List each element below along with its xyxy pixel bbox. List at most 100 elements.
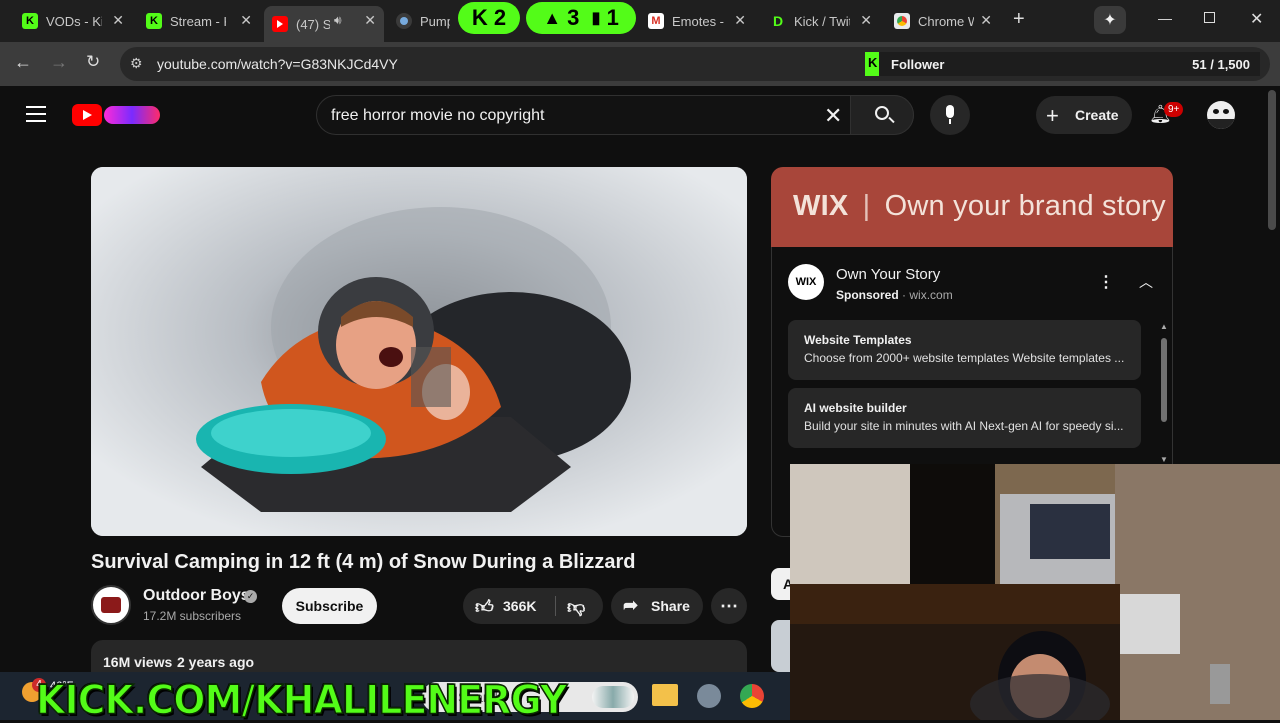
- tab-chrome-web-store[interactable]: Chrome W ✕: [886, 6, 1000, 36]
- scroll-up-arrow-icon[interactable]: ▲: [1160, 322, 1168, 331]
- pump-icon: [396, 13, 412, 29]
- tab-pump[interactable]: Pump: [388, 6, 458, 36]
- tab-title: (47) Su: [296, 16, 330, 32]
- create-label: Create: [1075, 107, 1119, 123]
- video-title: Survival Camping in 12 ft (4 m) of Snow …: [91, 551, 636, 573]
- ad-title[interactable]: Own Your Story: [836, 266, 940, 283]
- browser-tab-strip: K VODs - Ki ✕ K Stream - K ✕ (47) Su 🔊︎ …: [0, 0, 1280, 42]
- scroll-down-arrow-icon[interactable]: ▼: [1160, 455, 1168, 464]
- sitelink-title: Website Templates: [804, 333, 912, 347]
- more-actions-icon[interactable]: ⋯: [711, 588, 747, 624]
- like-count[interactable]: 366K: [503, 598, 536, 614]
- create-button[interactable]: + Create: [1036, 96, 1132, 134]
- tab-title: Emotes -: [672, 13, 725, 29]
- kick-url-overlay: KICK.COM/KHALILENERGY: [35, 676, 568, 723]
- ad-sitelink[interactable]: Website Templates Choose from 2000+ webs…: [788, 320, 1141, 380]
- thumbs-up-icon[interactable]: 👍︎: [475, 596, 494, 618]
- upload-age: 2 years ago: [177, 654, 255, 670]
- video-player[interactable]: [91, 167, 747, 536]
- close-icon[interactable]: ✕: [860, 12, 872, 29]
- channel-name[interactable]: Outdoor Boys: [143, 587, 250, 605]
- ad-tagline: Own your brand story: [884, 190, 1166, 222]
- collapse-chevron-up-icon[interactable]: ︿: [1139, 272, 1153, 292]
- tab-title: Stream - K: [170, 13, 226, 29]
- youtube-icon: [272, 16, 288, 32]
- like-dislike-group: 👍︎ 366K 👎︎: [463, 588, 603, 624]
- advertiser-logo[interactable]: WIX: [788, 264, 824, 300]
- sitelink-title: AI website builder: [804, 401, 907, 415]
- window-close-icon[interactable]: ✕: [1250, 9, 1263, 29]
- tab-title: VODs - Ki: [46, 13, 102, 29]
- close-icon[interactable]: ✕: [240, 12, 252, 29]
- stats-badge[interactable]: ▲ 3 ▮ 1: [526, 2, 636, 34]
- site-info-icon[interactable]: ⚙︎: [130, 55, 143, 72]
- youtube-logo[interactable]: [72, 104, 164, 126]
- chrome-web-store-icon: [894, 13, 910, 29]
- search-icon: [875, 106, 889, 120]
- back-arrow-icon[interactable]: ←: [14, 52, 32, 73]
- restore-icon[interactable]: [1204, 12, 1215, 23]
- tab-youtube-active[interactable]: (47) Su 🔊︎ ✕: [264, 6, 384, 42]
- tab-kick-twitch[interactable]: D Kick / Twit ✕: [762, 6, 880, 36]
- tab-vods-kick[interactable]: K VODs - Ki ✕: [14, 6, 132, 36]
- microphone-icon: [946, 105, 954, 118]
- tab-title: Kick / Twit: [794, 13, 850, 29]
- speaker-icon[interactable]: 🔊︎: [334, 13, 342, 28]
- minimize-icon[interactable]: —: [1158, 10, 1172, 26]
- address-bar[interactable]: ⚙︎ youtube.com/watch?v=G83NKJCd4VY K Fol…: [120, 47, 1270, 81]
- badge-count: 3: [567, 5, 580, 30]
- tab-stream-kick[interactable]: K Stream - K ✕: [138, 6, 260, 36]
- divider: |: [862, 190, 871, 222]
- thumbs-down-icon[interactable]: 👎︎: [567, 596, 585, 618]
- webcam-overlay: [790, 464, 1280, 720]
- clear-search-icon[interactable]: ✕: [824, 103, 842, 129]
- subscriber-count: 17.2M subscribers: [143, 609, 242, 623]
- tab-emotes[interactable]: M Emotes - ✕: [640, 6, 754, 36]
- sitelink-description: Choose from 2000+ website templates Webs…: [804, 351, 1125, 365]
- close-icon[interactable]: ✕: [734, 12, 746, 29]
- follower-count: 51 / 1,500: [1192, 57, 1250, 72]
- avatar[interactable]: [1207, 101, 1235, 129]
- verified-check-icon: ✓: [244, 590, 257, 603]
- browser-toolbar: ← → ↻ ⚙︎ youtube.com/watch?v=G83NKJCd4VY…: [0, 42, 1280, 86]
- tab-title: Chrome W: [918, 13, 974, 29]
- ad-sitelink[interactable]: AI website builder Build your site in mi…: [788, 388, 1141, 448]
- settings-gear-icon[interactable]: [697, 684, 721, 708]
- subscribe-button[interactable]: Subscribe: [282, 588, 377, 624]
- badge-count: 2: [493, 5, 507, 30]
- person-icon: ▲: [543, 7, 562, 28]
- forward-arrow-icon[interactable]: →: [50, 52, 68, 73]
- new-tab-plus-icon[interactable]: +: [1013, 8, 1025, 31]
- share-label: Share: [651, 598, 690, 614]
- channel-avatar[interactable]: [91, 585, 131, 625]
- kick-icon: K: [868, 55, 878, 70]
- wix-wordmark: WIX: [793, 190, 849, 222]
- reload-icon[interactable]: ↻: [86, 52, 100, 72]
- kick-count-badge[interactable]: K 2: [458, 2, 520, 34]
- sponsored-label: Sponsored: [836, 288, 899, 302]
- ad-scrollbar-thumb[interactable]: [1161, 338, 1167, 422]
- file-explorer-icon[interactable]: [652, 684, 678, 706]
- close-icon[interactable]: ✕: [364, 12, 376, 29]
- share-button[interactable]: ➦ Share: [611, 588, 703, 624]
- search-input[interactable]: free horror movie no copyright: [331, 107, 544, 125]
- kick-icon: K: [146, 13, 162, 29]
- share-arrow-icon: ➦: [623, 595, 639, 615]
- url-text[interactable]: youtube.com/watch?v=G83NKJCd4VY: [157, 56, 398, 72]
- ad-domain: wix.com: [909, 288, 953, 302]
- close-icon[interactable]: ✕: [112, 12, 124, 29]
- video-frame-image: [91, 167, 747, 536]
- chrome-icon[interactable]: [740, 684, 764, 708]
- ad-menu-kebab-icon[interactable]: ⋮: [1098, 272, 1114, 292]
- search-button[interactable]: [850, 95, 914, 135]
- badge-count: 1: [606, 5, 619, 30]
- tab-title: Pump: [420, 13, 450, 29]
- voice-search-button[interactable]: [930, 95, 970, 135]
- notification-count-badge: 9+: [1164, 102, 1184, 117]
- gemini-sparkle-icon[interactable]: ✦: [1094, 6, 1126, 34]
- divider: [555, 596, 556, 616]
- hamburger-menu-icon[interactable]: [26, 106, 46, 122]
- close-icon[interactable]: ✕: [980, 12, 992, 29]
- view-count: 16M views: [103, 654, 173, 670]
- page-scrollbar[interactable]: [1268, 90, 1276, 230]
